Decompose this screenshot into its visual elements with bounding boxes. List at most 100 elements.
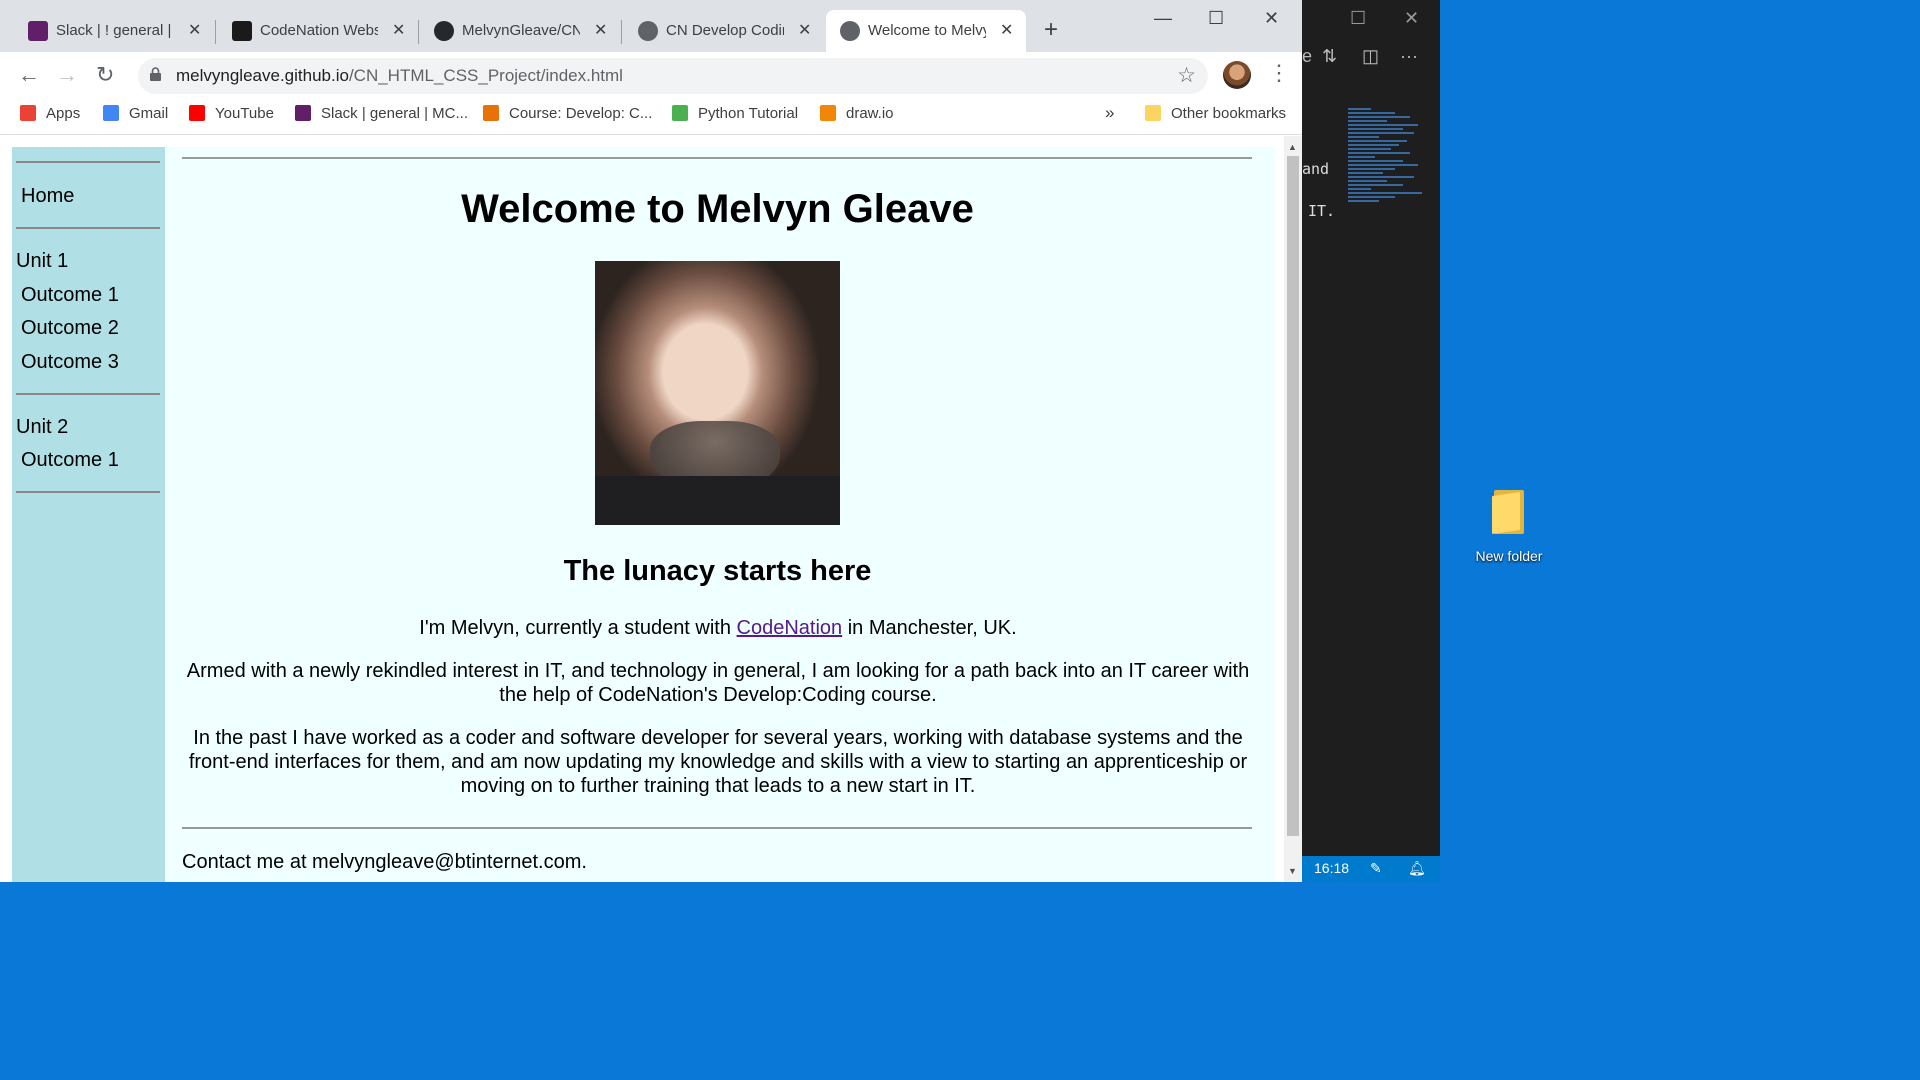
tab-divider xyxy=(621,20,622,44)
close-tab-icon[interactable]: ✕ xyxy=(392,20,405,40)
browser-toolbar: ← → ↻ melvyngleave.github.io/CN_HTML_CSS… xyxy=(0,52,1302,98)
close-tab-icon[interactable]: ✕ xyxy=(1000,20,1013,40)
nav-unit1-outcome-1[interactable]: Outcome 1 xyxy=(21,284,119,307)
new-tab-icon[interactable]: + xyxy=(1044,16,1058,44)
back-icon[interactable]: ← xyxy=(18,62,40,88)
reload-icon[interactable]: ↻ xyxy=(96,62,114,88)
code-line: IT. xyxy=(1308,202,1336,220)
tab-codenation[interactable]: CodeNation Websit ✕ xyxy=(218,10,418,52)
close-tab-icon[interactable]: ✕ xyxy=(188,20,201,40)
close-tab-icon[interactable]: ✕ xyxy=(594,20,607,40)
folder-icon xyxy=(1492,488,1526,534)
feedback-icon[interactable]: ✎ xyxy=(1370,860,1382,877)
compare-changes-icon[interactable]: ⇅ xyxy=(1322,46,1337,67)
divider xyxy=(16,393,160,395)
more-actions-icon[interactable]: ··· xyxy=(1400,46,1418,67)
paragraph-3: In the past I have worked as a coder and… xyxy=(188,727,1248,797)
github-icon xyxy=(434,21,454,41)
google-icon xyxy=(103,105,119,121)
apps-grid-icon xyxy=(20,105,36,121)
editor-maximize-icon[interactable]: ☐ xyxy=(1350,8,1366,29)
close-window-icon[interactable]: ✕ xyxy=(1264,8,1279,29)
divider xyxy=(182,827,1252,829)
address-bar[interactable]: melvyngleave.github.io/CN_HTML_CSS_Proje… xyxy=(138,58,1208,94)
tab-title: Welcome to Melvyn xyxy=(868,22,986,39)
scroll-down-icon[interactable]: ▼ xyxy=(1288,866,1297,876)
w3schools-icon xyxy=(672,105,688,121)
tab-divider xyxy=(215,20,216,44)
lock-icon[interactable] xyxy=(150,67,161,81)
tab-cn-develop[interactable]: CN Develop Coding ✕ xyxy=(624,10,824,52)
profile-avatar[interactable] xyxy=(1223,61,1251,89)
divider xyxy=(16,491,160,493)
bookmarks-overflow-icon[interactable]: » xyxy=(1105,103,1114,123)
taskbar: 16:18 ✎ 🔔︎ xyxy=(1302,856,1440,882)
intro-paragraph: I'm Melvyn, currently a student with Cod… xyxy=(419,617,1017,639)
bookmark-youtube[interactable]: YouTube xyxy=(189,105,274,122)
tab-welcome[interactable]: Welcome to Melvyn ✕ xyxy=(826,10,1026,52)
nav-home[interactable]: Home xyxy=(21,185,74,208)
desktop-background xyxy=(1440,0,1568,882)
close-tab-icon[interactable]: ✕ xyxy=(798,20,811,40)
minimize-icon[interactable]: — xyxy=(1154,8,1172,29)
bookmarks-bar: Apps Gmail YouTube Slack | general | MC.… xyxy=(0,98,1302,135)
globe-icon xyxy=(638,21,658,41)
clock[interactable]: 16:18 xyxy=(1314,860,1349,876)
slack-icon xyxy=(28,21,48,41)
split-editor-icon[interactable]: ◫ xyxy=(1362,46,1379,67)
page-title: Welcome to Melvyn Gleave xyxy=(461,187,974,231)
bookmark-course[interactable]: Course: Develop: C... xyxy=(483,105,652,122)
paragraph-2: Armed with a newly rekindled interest in… xyxy=(186,660,1250,706)
divider xyxy=(182,157,1252,159)
tab-slack[interactable]: Slack | ! general | M ✕ xyxy=(14,10,214,52)
tab-title: Slack | ! general | M xyxy=(56,22,174,39)
page-scrollbar[interactable]: ▲ ▼ xyxy=(1284,136,1302,882)
notification-icon[interactable]: 🔔︎ xyxy=(1408,860,1426,877)
desktop-folder-label: New folder xyxy=(1475,548,1543,564)
tab-strip: Slack | ! general | M ✕ CodeNation Websi… xyxy=(0,0,1302,52)
maximize-icon[interactable]: ☐ xyxy=(1208,8,1224,29)
scrollbar-thumb[interactable] xyxy=(1287,156,1299,836)
menu-icon[interactable]: ⋮ xyxy=(1268,60,1290,86)
nav-unit1-outcome-3[interactable]: Outcome 3 xyxy=(21,351,119,374)
contact-text: Contact me at melvyngleave@btinternet.co… xyxy=(182,851,587,873)
editor-minimap[interactable] xyxy=(1348,106,1426,316)
scroll-up-icon[interactable]: ▲ xyxy=(1288,142,1297,152)
youtube-icon xyxy=(189,105,205,121)
url-text[interactable]: melvyngleave.github.io/CN_HTML_CSS_Proje… xyxy=(176,66,623,86)
desktop-folder[interactable]: New folder xyxy=(1466,488,1552,564)
tab-github[interactable]: MelvynGleave/CN_ ✕ xyxy=(420,10,620,52)
divider xyxy=(16,161,160,163)
editor-close-icon[interactable]: ✕ xyxy=(1404,8,1419,29)
bookmark-drawio[interactable]: draw.io xyxy=(820,105,894,122)
bookmark-slack[interactable]: Slack | general | MC... xyxy=(295,105,468,122)
drawio-icon xyxy=(820,105,836,121)
divider xyxy=(16,227,160,229)
tab-title: CN Develop Coding xyxy=(666,22,784,39)
other-bookmarks[interactable]: Other bookmarks xyxy=(1145,105,1286,122)
bookmark-gmail[interactable]: Gmail xyxy=(103,105,168,122)
globe-icon xyxy=(840,21,860,41)
main-content: Welcome to Melvyn Gleave The lunacy star… xyxy=(165,147,1275,882)
codenation-link[interactable]: CodeNation xyxy=(737,617,843,639)
page-subtitle: The lunacy starts here xyxy=(563,555,872,587)
nav-unit2-outcome-1[interactable]: Outcome 1 xyxy=(21,449,119,472)
tab-divider xyxy=(418,20,419,44)
tab-title: MelvynGleave/CN_ xyxy=(462,22,580,39)
editor-titlebar: ☐ ✕ xyxy=(1302,0,1440,36)
folder-icon xyxy=(1145,105,1161,121)
browser-window: Slack | ! general | M ✕ CodeNation Websi… xyxy=(0,0,1302,882)
nav-unit1-outcome-2[interactable]: Outcome 2 xyxy=(21,317,119,340)
forward-icon[interactable]: → xyxy=(56,62,78,88)
page-viewport: Home Unit 1 Outcome 1 Outcome 2 Outcome … xyxy=(0,136,1284,882)
editor-code: and IT. xyxy=(1302,160,1335,220)
code-line: and xyxy=(1302,160,1330,178)
bookmark-python-tutorial[interactable]: Python Tutorial xyxy=(672,105,798,122)
slack-icon xyxy=(295,105,311,121)
codenation-icon xyxy=(232,21,252,41)
bookmark-apps[interactable]: Apps xyxy=(20,105,80,122)
moodle-icon xyxy=(483,105,499,121)
editor-tab-fragment-icon: e xyxy=(1302,46,1313,66)
tab-title: CodeNation Websit xyxy=(260,22,378,39)
bookmark-star-icon[interactable]: ☆ xyxy=(1177,63,1196,88)
